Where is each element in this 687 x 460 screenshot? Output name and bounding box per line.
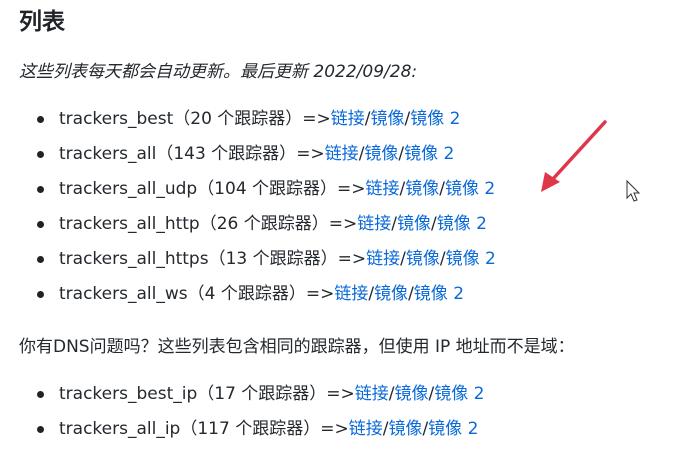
arrow-text: => bbox=[296, 144, 325, 164]
link-mirror[interactable]: 镜像 bbox=[406, 249, 440, 269]
dns-note-text: 你有DNS问题吗？这些列表包含相同的跟踪器，但使用 IP 地址而不是域： bbox=[19, 337, 575, 357]
bullet-icon bbox=[37, 256, 44, 263]
list-item: trackers_best（20 个跟踪器）=>链接/镜像/镜像 2 bbox=[0, 104, 496, 139]
bullet-icon bbox=[37, 291, 44, 298]
link-mirror-2[interactable]: 镜像 2 bbox=[446, 249, 496, 269]
list-item: trackers_all_udp（104 个跟踪器）=>链接/镜像/镜像 2 bbox=[0, 174, 496, 209]
tracker-count: （13 个跟踪器） bbox=[208, 249, 338, 269]
page: 列表 这些列表每天都会自动更新。最后更新 2022/09/28: tracker… bbox=[0, 0, 687, 460]
link-main[interactable]: 链接 bbox=[366, 179, 400, 199]
bullet-icon bbox=[37, 391, 44, 398]
arrow-text: => bbox=[302, 109, 331, 129]
list-item: trackers_all_ws（4 个跟踪器）=>链接/镜像/镜像 2 bbox=[0, 279, 496, 314]
tracker-name: trackers_all bbox=[59, 144, 157, 164]
list-item: trackers_all_ip（117 个跟踪器）=>链接/镜像/镜像 2 bbox=[0, 414, 485, 449]
mouse-pointer-icon bbox=[626, 179, 641, 202]
link-main[interactable]: 链接 bbox=[334, 284, 368, 304]
tracker-name: trackers_all_ws bbox=[59, 284, 188, 304]
link-mirror[interactable]: 镜像 bbox=[395, 384, 429, 404]
arrow-text: => bbox=[328, 214, 358, 234]
link-mirror[interactable]: 镜像 bbox=[371, 109, 405, 129]
tracker-count: （17 个跟踪器） bbox=[197, 384, 327, 404]
link-mirror-2[interactable]: 镜像 2 bbox=[410, 109, 460, 129]
tracker-name: trackers_all_udp bbox=[59, 179, 198, 199]
link-mirror-2[interactable]: 镜像 2 bbox=[428, 419, 478, 439]
list-item: trackers_best_ip（17 个跟踪器）=>链接/镜像/镜像 2 bbox=[0, 379, 485, 414]
tracker-count: （104 个跟踪器） bbox=[197, 179, 338, 199]
list-item: trackers_all（143 个跟踪器）=>链接/镜像/镜像 2 bbox=[0, 139, 496, 174]
link-mirror[interactable]: 镜像 bbox=[405, 179, 439, 199]
arrow-text: => bbox=[337, 179, 366, 199]
link-main[interactable]: 链接 bbox=[325, 144, 359, 164]
arrow-text: => bbox=[326, 384, 355, 404]
bullet-icon bbox=[37, 116, 44, 123]
page-title: 列表 bbox=[19, 9, 65, 35]
link-main[interactable]: 链接 bbox=[331, 109, 365, 129]
bullet-icon bbox=[37, 151, 44, 158]
tracker-name: trackers_best bbox=[59, 109, 174, 129]
tracker-name: trackers_all_ip bbox=[59, 419, 181, 439]
tracker-count: （20 个跟踪器） bbox=[173, 109, 303, 129]
link-main[interactable]: 链接 bbox=[357, 214, 391, 234]
link-mirror[interactable]: 镜像 bbox=[374, 284, 408, 304]
list-item: trackers_all_http（26 个跟踪器）=>链接/镜像/镜像 2 bbox=[0, 209, 496, 244]
bullet-icon bbox=[37, 426, 44, 433]
tracker-ip-list: trackers_best_ip（17 个跟踪器）=>链接/镜像/镜像 2 tra… bbox=[0, 379, 485, 449]
bullet-icon bbox=[37, 186, 44, 193]
link-mirror[interactable]: 镜像 bbox=[388, 419, 422, 439]
arrow-text: => bbox=[337, 249, 367, 269]
link-mirror-2[interactable]: 镜像 2 bbox=[437, 214, 487, 234]
tracker-count: （4 个跟踪器） bbox=[187, 284, 306, 304]
tracker-count: （117 个跟踪器） bbox=[180, 419, 321, 439]
link-mirror[interactable]: 镜像 bbox=[397, 214, 431, 234]
link-mirror-2[interactable]: 镜像 2 bbox=[414, 284, 464, 304]
tracker-count: （26 个跟踪器） bbox=[199, 214, 329, 234]
red-arrow-icon bbox=[541, 120, 607, 192]
bullet-icon bbox=[37, 221, 44, 228]
intro-text: 这些列表每天都会自动更新。最后更新 2022/09/28: bbox=[19, 62, 418, 82]
link-main[interactable]: 链接 bbox=[349, 419, 383, 439]
tracker-name: trackers_best_ip bbox=[59, 384, 198, 404]
list-item: trackers_all_https（13 个跟踪器）=>链接/镜像/镜像 2 bbox=[0, 244, 496, 279]
tracker-name: trackers_all_https bbox=[59, 249, 209, 269]
link-mirror-2[interactable]: 镜像 2 bbox=[404, 144, 454, 164]
link-mirror[interactable]: 镜像 bbox=[364, 144, 398, 164]
tracker-list: trackers_best（20 个跟踪器）=>链接/镜像/镜像 2 tracke… bbox=[0, 104, 496, 314]
link-mirror-2[interactable]: 镜像 2 bbox=[445, 179, 495, 199]
arrow-text: => bbox=[305, 284, 335, 304]
link-main[interactable]: 链接 bbox=[366, 249, 400, 269]
tracker-name: trackers_all_http bbox=[59, 214, 200, 234]
tracker-count: （143 个跟踪器） bbox=[156, 144, 297, 164]
arrow-text: => bbox=[320, 419, 349, 439]
link-mirror-2[interactable]: 镜像 2 bbox=[434, 384, 484, 404]
link-main[interactable]: 链接 bbox=[355, 384, 389, 404]
